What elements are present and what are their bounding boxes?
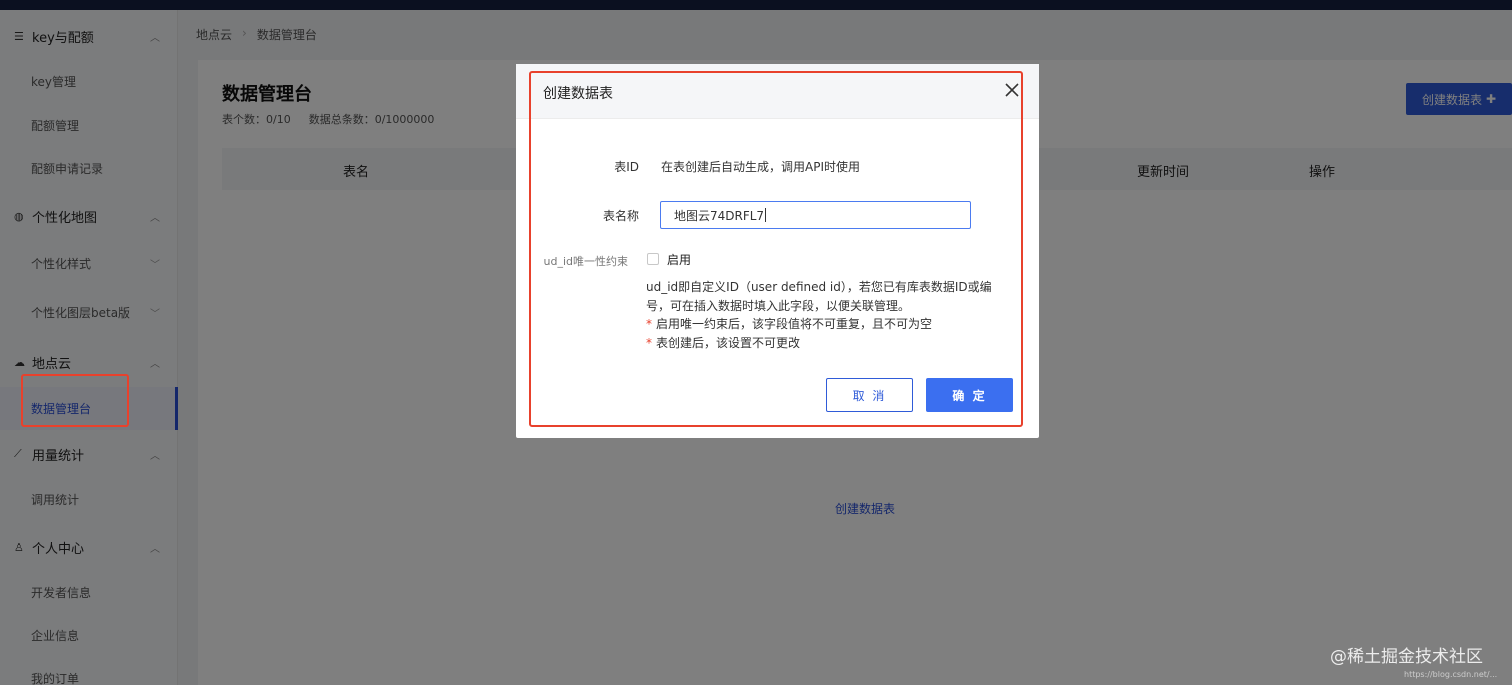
- watermark-small: https://blog.csdn.net/...: [1404, 670, 1498, 679]
- watermark: @稀土掘金技术社区: [1330, 647, 1483, 667]
- dialog-highlight-box: [529, 71, 1023, 427]
- top-bar: [0, 0, 1512, 10]
- sidebar-highlight-box: [21, 374, 129, 427]
